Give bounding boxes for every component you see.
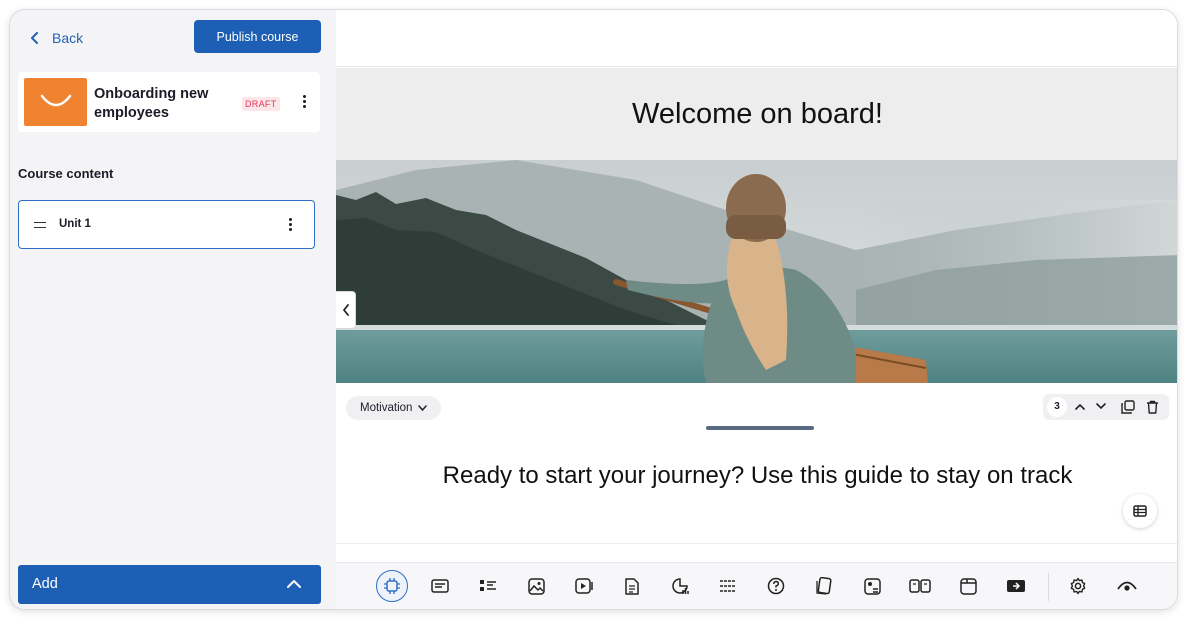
list-table-icon bbox=[1133, 505, 1147, 517]
block-number: 3 bbox=[1047, 397, 1067, 417]
block-toolbar: Motivation 3 bbox=[336, 384, 1177, 430]
columns-icon[interactable] bbox=[904, 570, 936, 602]
toolbar-separator bbox=[1048, 573, 1049, 601]
back-link[interactable]: Back bbox=[30, 28, 83, 48]
app-window: Back Publish course Onboarding new emplo… bbox=[9, 9, 1178, 610]
video-icon[interactable] bbox=[568, 570, 600, 602]
section-separator bbox=[336, 543, 1177, 544]
divider-icon[interactable] bbox=[712, 570, 744, 602]
embed-icon[interactable] bbox=[1000, 570, 1032, 602]
quiz-icon[interactable] bbox=[760, 570, 792, 602]
document-icon[interactable] bbox=[616, 570, 648, 602]
chevron-left-icon bbox=[342, 304, 349, 316]
unit-menu-icon[interactable] bbox=[289, 218, 292, 231]
section-title: Course content bbox=[18, 166, 114, 181]
settings-icon[interactable] bbox=[1062, 570, 1094, 602]
add-button[interactable]: Add bbox=[18, 565, 321, 604]
top-area bbox=[336, 10, 1177, 67]
smile-logo-icon bbox=[40, 94, 72, 107]
unit-item[interactable]: Unit 1 bbox=[18, 200, 315, 249]
unit-label: Unit 1 bbox=[59, 218, 91, 230]
lake-scene-image bbox=[336, 160, 1177, 383]
image-icon[interactable] bbox=[520, 570, 552, 602]
course-card: Onboarding new employees DRAFT bbox=[18, 72, 320, 132]
move-up-icon[interactable] bbox=[1075, 403, 1085, 410]
duplicate-icon[interactable] bbox=[1121, 400, 1135, 414]
block-controls: 3 bbox=[1043, 394, 1169, 420]
chart-icon[interactable] bbox=[664, 570, 696, 602]
ai-icon[interactable] bbox=[376, 570, 408, 602]
image-text-icon[interactable] bbox=[856, 570, 888, 602]
publish-course-button[interactable]: Publish course bbox=[194, 20, 321, 53]
chevron-down-icon bbox=[418, 405, 428, 411]
block-type-label: Motivation bbox=[360, 402, 413, 414]
divider-block bbox=[706, 426, 814, 430]
main-editor: Welcome on board! Motivation 3 Ready to … bbox=[336, 10, 1177, 609]
subtitle-text[interactable]: Ready to start your journey? Use this gu… bbox=[336, 462, 1177, 490]
collapse-sidebar-button[interactable] bbox=[336, 291, 356, 329]
trash-icon[interactable] bbox=[1146, 400, 1159, 414]
tab-icon[interactable] bbox=[952, 570, 984, 602]
move-down-icon[interactable] bbox=[1096, 403, 1106, 410]
preview-icon[interactable] bbox=[1111, 570, 1143, 602]
block-insert-toolbar bbox=[336, 562, 1177, 609]
course-thumbnail bbox=[24, 78, 87, 126]
status-badge: DRAFT bbox=[242, 97, 280, 111]
hero-image[interactable] bbox=[336, 160, 1177, 383]
flashcards-icon[interactable] bbox=[808, 570, 840, 602]
list-icon[interactable] bbox=[472, 570, 504, 602]
drag-handle-icon[interactable] bbox=[34, 222, 46, 228]
add-label: Add bbox=[32, 576, 58, 592]
sidebar: Back Publish course Onboarding new emplo… bbox=[10, 10, 336, 609]
text-icon[interactable] bbox=[424, 570, 456, 602]
page-heading: Welcome on board! bbox=[632, 97, 883, 130]
block-type-dropdown[interactable]: Motivation bbox=[346, 396, 442, 420]
course-title: Onboarding new employees bbox=[94, 86, 209, 121]
course-menu-icon[interactable] bbox=[303, 95, 306, 108]
chevron-left-icon bbox=[31, 32, 38, 44]
table-of-contents-button[interactable] bbox=[1123, 494, 1157, 528]
back-label: Back bbox=[52, 30, 84, 46]
chevron-up-icon bbox=[287, 580, 301, 588]
heading-block[interactable]: Welcome on board! bbox=[336, 68, 1177, 160]
